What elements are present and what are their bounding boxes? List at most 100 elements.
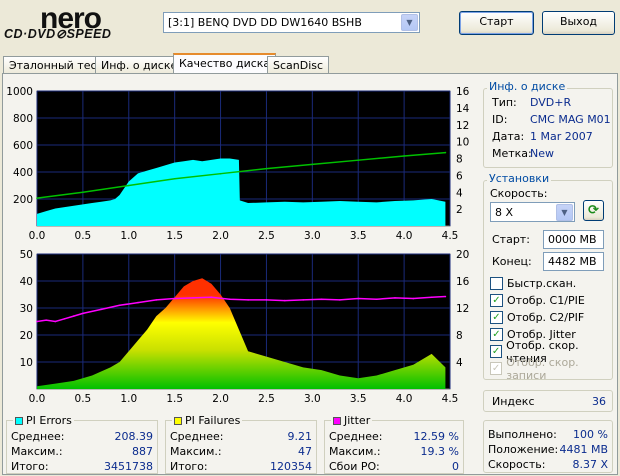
x-tick-label: 4.5 bbox=[442, 230, 459, 242]
y2-tick-label: 8 bbox=[456, 154, 463, 166]
checkbox-2[interactable]: ✓ bbox=[490, 311, 503, 324]
pi-errors-title-wrap: PI Errors bbox=[13, 414, 74, 427]
y2-tick-label: 6 bbox=[456, 170, 463, 182]
end-label: Конец: bbox=[492, 255, 532, 268]
chart2-y-ticks: 10 20 30 40 50 bbox=[20, 249, 33, 369]
series-point bbox=[173, 177, 176, 180]
tab-benchmark[interactable]: Эталонный тест bbox=[3, 56, 109, 74]
y2-tick-label: 8 bbox=[456, 330, 463, 342]
x-tick-label: 4.0 bbox=[396, 393, 413, 405]
tab-disc-info[interactable]: Инф. о диске bbox=[95, 56, 184, 74]
checkbox-4[interactable]: ✓ bbox=[490, 345, 503, 358]
exit-button[interactable]: Выход bbox=[542, 11, 615, 35]
drive-select[interactable]: [3:1] BENQ DVD DD DW1640 BSHB ▼ bbox=[163, 12, 420, 33]
x-tick-label: 0.0 bbox=[29, 230, 46, 242]
pi-errors-stats: PI Errors Среднее: 208.39 Максим.: 887 Ито… bbox=[6, 414, 158, 474]
series-point bbox=[265, 167, 268, 170]
y2-tick-label: 16 bbox=[456, 86, 470, 98]
jitter-max-row: Максим.: 19.3 % bbox=[325, 444, 463, 459]
progress-speed-value: 8.37 X bbox=[572, 458, 608, 471]
chart1-y2-ticks: 2 4 6 8 10 12 14 16 bbox=[456, 86, 470, 216]
pi-failures-total-row: Итого: 120354 bbox=[166, 459, 316, 474]
checkbox-1[interactable]: ✓ bbox=[490, 294, 503, 307]
disc-type-row: Тип: DVD+R bbox=[492, 94, 612, 111]
jitter-title: Jitter bbox=[344, 414, 371, 427]
series-point bbox=[72, 315, 75, 317]
y2-tick-label: 4 bbox=[456, 187, 463, 199]
checkbox-3[interactable]: ✓ bbox=[490, 328, 503, 341]
x-tick-label: 0.0 bbox=[29, 393, 46, 405]
series-point bbox=[430, 296, 433, 298]
refresh-icon: ⟳ bbox=[588, 203, 599, 218]
pi-errors-title: PI Errors bbox=[26, 414, 72, 427]
series-point bbox=[357, 159, 360, 161]
x-tick-label: 2.0 bbox=[212, 230, 229, 242]
series-point bbox=[63, 318, 66, 320]
y2-tick-label: 12 bbox=[456, 303, 469, 315]
disc-date-value: 1 Mar 2007 bbox=[530, 130, 593, 143]
pi-errors-max-label: Максим.: bbox=[11, 445, 63, 458]
series-point bbox=[403, 155, 405, 157]
index-label: Индекс bbox=[492, 395, 535, 408]
y2-tick-label: 12 bbox=[456, 120, 469, 132]
series-point bbox=[137, 301, 139, 304]
start-field[interactable]: 0000 MB bbox=[543, 230, 604, 249]
series-point bbox=[82, 312, 84, 315]
x-tick-label: 1.0 bbox=[120, 230, 137, 242]
settings-checkboxes: Быстр.скан. ✓ Отобр. C1/PIE ✓ Отобр. C2/PIF ✓… bbox=[490, 275, 614, 382]
series-point bbox=[247, 299, 249, 301]
series-point bbox=[302, 299, 304, 301]
checkbox-row-0[interactable]: Быстр.скан. bbox=[490, 275, 614, 292]
jitter-max-label: Максим.: bbox=[329, 445, 381, 458]
pi-failures-avg-row: Среднее: 9.21 bbox=[166, 429, 316, 444]
series-point bbox=[82, 191, 84, 194]
series-point bbox=[394, 297, 396, 299]
index-group: Индекс 36 bbox=[483, 390, 613, 412]
progress-speed-label: Скорость: bbox=[488, 458, 546, 471]
series-point bbox=[118, 304, 121, 307]
start-button[interactable]: Старт bbox=[459, 11, 534, 35]
chevron-down-icon[interactable]: ▼ bbox=[556, 203, 573, 221]
chart1-x-ticks: 0.0 0.5 1.0 1.5 2.0 2.5 3.0 3.5 4.0 4.5 bbox=[29, 230, 459, 242]
refresh-button[interactable]: ⟳ bbox=[583, 200, 604, 221]
po-failures-label: Сбои PO: bbox=[329, 460, 380, 473]
progress-done-value: 100 % bbox=[573, 428, 608, 441]
series-point bbox=[173, 297, 176, 300]
cd-dvd-speed-logo: CD·DVD⊘SPEED bbox=[4, 27, 112, 41]
jitter-stats: Jitter Среднее: 12.59 % Максим.: 19.3 % Сб… bbox=[324, 414, 464, 474]
speed-select-value: 8 X bbox=[495, 205, 514, 219]
tab-disc-quality[interactable]: Качество диска bbox=[173, 53, 277, 74]
checkbox-label-1: Отобр. C1/PIE bbox=[507, 294, 585, 307]
y-tick-label: 50 bbox=[20, 249, 33, 261]
tab-scandisc[interactable]: ScanDisc bbox=[267, 56, 330, 74]
pi-failures-max-label: Максим.: bbox=[170, 445, 222, 458]
pi-errors-total-label: Итого: bbox=[11, 460, 49, 473]
pi-failures-max-row: Максим.: 47 bbox=[166, 444, 316, 459]
series-point bbox=[412, 297, 415, 300]
progress-speed-row: Скорость: 8.37 X bbox=[484, 457, 612, 472]
x-tick-label: 2.0 bbox=[212, 393, 229, 405]
jitter-avg-value: 12.59 % bbox=[413, 430, 459, 443]
y-tick-label: 30 bbox=[20, 303, 33, 315]
checkbox-row-1[interactable]: ✓ Отобр. C1/PIE bbox=[490, 292, 614, 309]
pi-errors-avg-label: Среднее: bbox=[11, 430, 65, 443]
end-field[interactable]: 4482 MB bbox=[543, 252, 604, 271]
y-tick-label: 200 bbox=[13, 194, 33, 206]
chevron-down-icon[interactable]: ▼ bbox=[401, 14, 418, 31]
jitter-swatch bbox=[333, 417, 341, 425]
progress-done-label: Выполнено: bbox=[488, 428, 557, 441]
po-failures-row: Сбои PO: 0 bbox=[325, 459, 463, 474]
pi-failures-swatch bbox=[174, 417, 182, 425]
start-label: Старт: bbox=[492, 233, 530, 246]
series-point bbox=[192, 297, 194, 299]
checkbox-5: ✓ bbox=[490, 362, 503, 375]
checkbox-row-2[interactable]: ✓ Отобр. C2/PIF bbox=[490, 309, 614, 326]
pi-failures-chart: 10 20 30 40 50 4 8 12 16 20 0.0 0.5 1.0 1.5 2.0 2.5 3.… bbox=[20, 249, 470, 405]
speed-select[interactable]: 8 X ▼ bbox=[490, 202, 575, 222]
checkbox-0[interactable] bbox=[490, 277, 503, 290]
pi-failures-title-wrap: PI Failures bbox=[172, 414, 243, 427]
series-point bbox=[444, 295, 447, 298]
y-tick-label: 40 bbox=[20, 276, 33, 288]
x-tick-label: 4.5 bbox=[442, 393, 459, 405]
y-tick-label: 400 bbox=[13, 167, 33, 179]
